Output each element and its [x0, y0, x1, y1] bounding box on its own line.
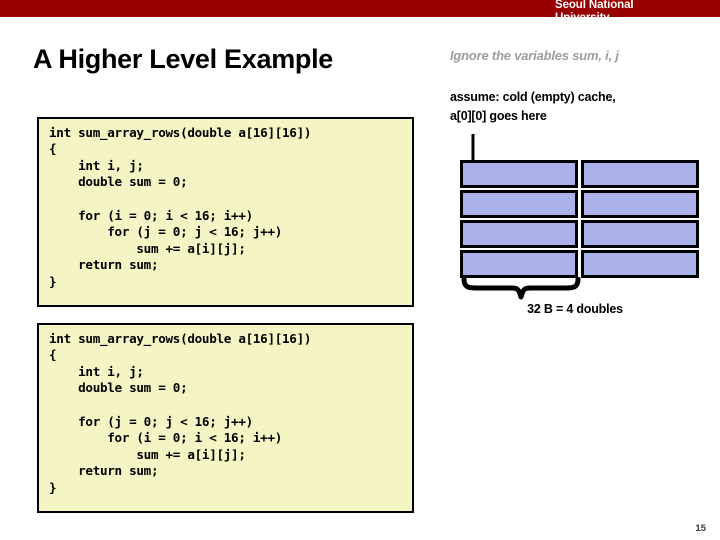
university-brand-label: Seoul National University — [555, 0, 634, 24]
page-title: A Higher Level Example — [33, 44, 334, 74]
cache-block-r1c1 — [581, 190, 699, 218]
cache-line-size-label: 32 B = 4 doubles — [527, 302, 623, 316]
cache-block-r3c0 — [460, 250, 578, 278]
cache-block-r0c0 — [460, 160, 578, 188]
page-number: 15 — [695, 523, 706, 534]
cache-block-r2c1 — [581, 220, 699, 248]
cache-block-r2c0 — [460, 220, 578, 248]
code-block-column-major: int sum_array_rows(double a[16][16]) { i… — [37, 322, 414, 513]
cache-block-r1c0 — [460, 190, 578, 218]
note-ignore-variables: Ignore the variables sum, i, j — [450, 48, 619, 63]
code-block-row-major: int sum_array_rows(double a[16][16]) { i… — [37, 116, 414, 307]
cache-block-r0c1 — [581, 160, 699, 188]
cache-block-diagram: 32 B = 4 doubles — [450, 130, 710, 320]
curly-brace-icon — [461, 277, 581, 300]
cache-block-r3c1 — [581, 250, 699, 278]
note-assume-cold-cache: assume: cold (empty) cache, a[0][0] goes… — [450, 90, 616, 123]
